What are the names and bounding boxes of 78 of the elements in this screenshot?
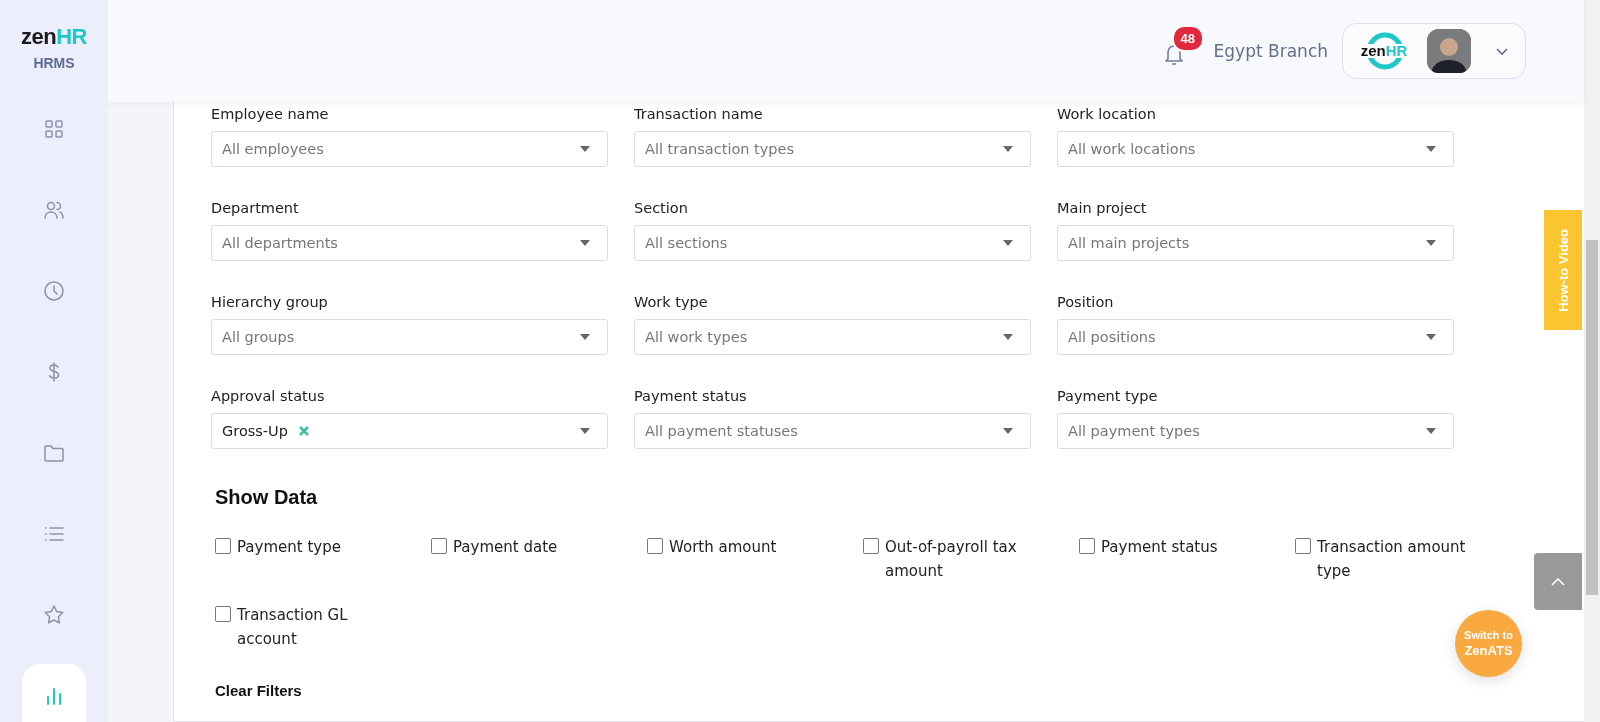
scrollbar-thumb[interactable]	[1586, 240, 1598, 595]
checkbox[interactable]	[1079, 538, 1095, 554]
dropdown-field[interactable]: All departments	[211, 225, 608, 261]
field-label: Work type	[634, 294, 709, 312]
checkbox-label: Payment date	[453, 537, 558, 558]
dropdown-field[interactable]: All payment statuses	[634, 413, 1031, 449]
checkbox-label: Payment type	[237, 537, 341, 558]
product-name: HRMS	[33, 55, 75, 71]
dropdown-field[interactable]: All employees	[211, 131, 608, 167]
account-menu[interactable]: zenHR	[1342, 23, 1526, 79]
field-label: Work location	[1057, 106, 1157, 124]
caret-icon	[1003, 334, 1013, 340]
checkbox[interactable]	[647, 538, 663, 554]
caret-icon	[580, 334, 590, 340]
avatar	[1427, 29, 1471, 73]
field-label: Payment status	[634, 388, 748, 406]
notification-badge: 48	[1171, 25, 1205, 52]
clear-filters-link[interactable]: Clear Filters	[215, 682, 302, 699]
placeholder-text: All sections	[645, 235, 728, 251]
checkbox[interactable]	[431, 538, 447, 554]
sidebar-item[interactable]	[22, 664, 86, 722]
caret-icon	[1003, 240, 1013, 246]
placeholder-text: All departments	[222, 235, 338, 251]
dropdown-field[interactable]: All work types	[634, 319, 1031, 355]
dropdown-field[interactable]: All groups	[211, 319, 608, 355]
field-label: Approval status	[211, 388, 326, 406]
field-label: Payment type	[1057, 388, 1159, 406]
checkbox-label: Transaction amount type	[1317, 537, 1467, 582]
dropdown-field[interactable]: Gross-Up	[211, 413, 608, 449]
branch-name[interactable]: Egypt Branch	[1213, 41, 1328, 61]
dropdown-field[interactable]: All transaction types	[634, 131, 1031, 167]
dropdown-field[interactable]: All payment types	[1057, 413, 1454, 449]
field-label: Position	[1057, 294, 1115, 312]
placeholder-text: All positions	[1068, 329, 1156, 345]
checkbox[interactable]	[863, 538, 879, 554]
placeholder-text: All groups	[222, 329, 295, 345]
checkbox[interactable]	[215, 606, 231, 622]
placeholder-text: All main projects	[1068, 235, 1190, 251]
scrollbar[interactable]	[1584, 0, 1600, 722]
field-label: Employee name	[211, 106, 330, 124]
chevron-up-icon	[1551, 577, 1565, 586]
caret-icon	[580, 428, 590, 434]
field-label: Section	[634, 200, 689, 218]
field-label: Department	[211, 200, 300, 218]
placeholder-text: All payment statuses	[645, 423, 798, 439]
checkbox-label: Transaction GL account	[237, 605, 349, 650]
checkbox-label: Out-of-payroll tax amount	[885, 537, 1018, 582]
star-icon	[42, 603, 66, 627]
dropdown-field[interactable]: All work locations	[1057, 131, 1454, 167]
dropdown-field[interactable]: All positions	[1057, 319, 1454, 355]
caret-icon	[1426, 428, 1436, 434]
checkbox[interactable]	[215, 538, 231, 554]
caret-icon	[1003, 146, 1013, 152]
dropdown-field[interactable]: All main projects	[1057, 225, 1454, 261]
caret-icon	[1426, 334, 1436, 340]
caret-icon	[1426, 240, 1436, 246]
dashboard-icon	[42, 117, 66, 141]
caret-icon	[1003, 428, 1013, 434]
checkbox[interactable]	[1295, 538, 1311, 554]
placeholder-text: All payment types	[1068, 423, 1200, 439]
placeholder-text: All work locations	[1068, 141, 1196, 157]
field-label: Main project	[1057, 200, 1148, 218]
dropdown-field[interactable]: All sections	[634, 225, 1031, 261]
checkbox-label: Payment status	[1101, 537, 1218, 558]
clock-icon	[42, 279, 66, 303]
zenhr-logo: zenHR	[21, 24, 87, 50]
caret-icon	[1426, 146, 1436, 152]
clear-icon[interactable]	[297, 425, 310, 437]
caret-icon	[580, 240, 590, 246]
selected-value: Gross-Up	[222, 423, 288, 439]
field-label: Hierarchy group	[211, 294, 329, 312]
placeholder-text: All employees	[222, 141, 324, 157]
field-label: Transaction name	[634, 106, 764, 124]
checkbox-label: Worth amount	[669, 537, 777, 558]
placeholder-text: All work types	[645, 329, 748, 345]
caret-icon	[580, 146, 590, 152]
section-title: Show Data	[215, 486, 318, 509]
placeholder-text: All transaction types	[645, 141, 795, 157]
